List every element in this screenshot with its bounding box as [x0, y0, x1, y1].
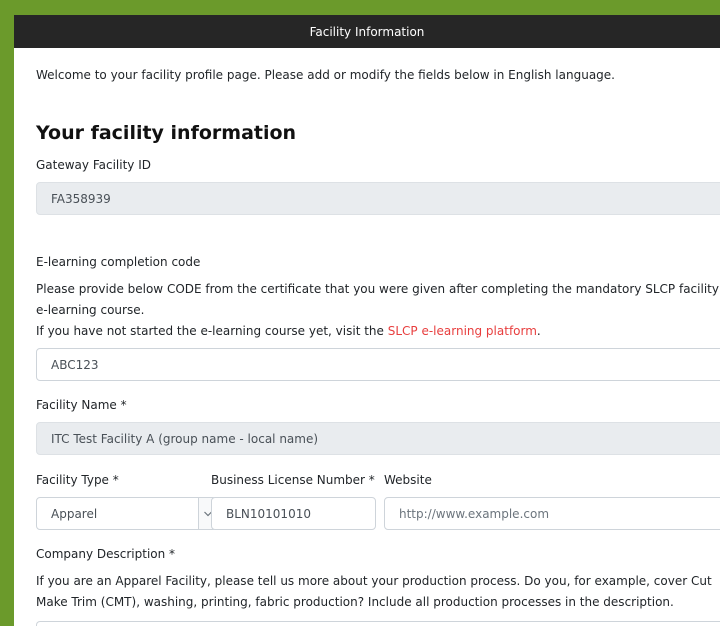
elearning-code-input[interactable]: ABC123 — [36, 348, 720, 381]
company-description-textarea[interactable] — [36, 621, 720, 626]
facility-name-value: ITC Test Facility A (group name - local … — [51, 431, 319, 446]
facility-type-value: Apparel — [51, 506, 98, 521]
website-placeholder: http://www.example.com — [399, 506, 550, 521]
company-description-help-line1: If you are an Apparel Facility, please t… — [36, 574, 712, 588]
gateway-id-label: Gateway Facility ID — [36, 158, 151, 172]
business-license-value: BLN10101010 — [226, 506, 311, 521]
elearning-help-suffix: . — [536, 324, 541, 338]
page-header-title: Facility Information — [309, 24, 425, 39]
facility-name-field: ITC Test Facility A (group name - local … — [36, 422, 720, 455]
section-title: Your facility information — [36, 122, 297, 144]
gateway-id-value: FA358939 — [51, 191, 111, 206]
business-license-label: Business License Number * — [211, 473, 375, 487]
elearning-code-value: ABC123 — [51, 357, 99, 372]
facility-type-label: Facility Type * — [36, 473, 119, 487]
intro-text: Welcome to your facility profile page. P… — [36, 68, 615, 82]
website-label: Website — [384, 473, 432, 487]
elearning-help-line1: Please provide below CODE from the certi… — [36, 282, 719, 296]
facility-form-window: Facility Information Welcome to your fac… — [14, 15, 720, 626]
business-license-input[interactable]: BLN10101010 — [211, 497, 376, 530]
website-input[interactable]: http://www.example.com — [384, 497, 720, 530]
slcp-elearning-link[interactable]: SLCP e-learning platform — [388, 324, 537, 338]
gateway-id-field: FA358939 — [36, 182, 720, 215]
elearning-help-line3: If you have not started the e-learning c… — [36, 324, 541, 338]
elearning-label: E-learning completion code — [36, 255, 201, 269]
facility-type-select[interactable]: Apparel — [36, 497, 217, 530]
elearning-help-line2: e-learning course. — [36, 303, 145, 317]
company-description-label: Company Description * — [36, 547, 176, 561]
company-description-help-line2: Make Trim (CMT), washing, printing, fabr… — [36, 595, 674, 609]
elearning-help-prefix: If you have not started the e-learning c… — [36, 324, 388, 338]
facility-name-label: Facility Name * — [36, 398, 127, 412]
page-header: Facility Information — [14, 15, 720, 48]
